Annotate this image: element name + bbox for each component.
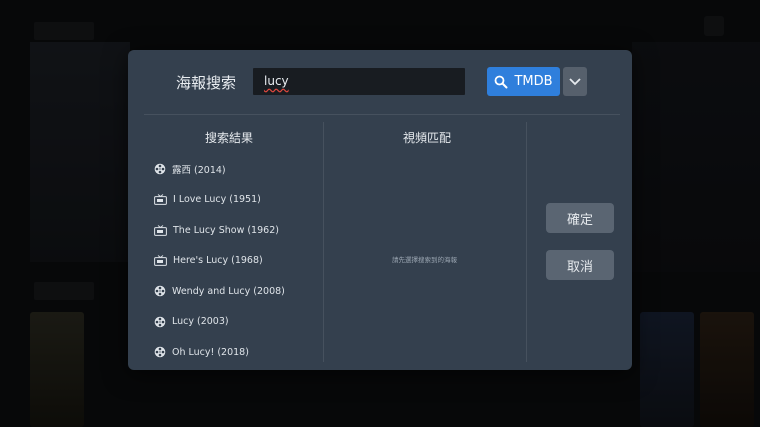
search-result-item[interactable]: I Love Lucy (1951) xyxy=(154,190,314,210)
tv-icon xyxy=(154,194,167,205)
search-result-item[interactable]: The Lucy Show (1962) xyxy=(154,220,314,240)
film-reel-icon xyxy=(154,346,166,358)
tv-icon xyxy=(154,224,167,236)
source-dropdown-button[interactable] xyxy=(563,67,587,96)
results-column-title: 搜索結果 xyxy=(205,131,254,145)
cancel-button[interactable]: 取消 xyxy=(546,250,614,280)
header-divider xyxy=(144,114,620,115)
search-result-label: Here's Lucy (1968) xyxy=(173,255,263,266)
search-result-label: Oh Lucy! (2018) xyxy=(172,346,249,358)
search-result-item[interactable]: Wendy and Lucy (2008) xyxy=(154,281,314,301)
film-reel-icon xyxy=(154,316,166,328)
search-result-label: I Love Lucy (1951) xyxy=(173,194,261,205)
tmdb-search-label: TMDB xyxy=(514,74,553,89)
column-divider xyxy=(323,122,324,362)
search-result-label: The Lucy Show (1962) xyxy=(173,224,279,236)
match-column-title: 視頻匹配 xyxy=(403,131,452,145)
search-input-value: lucy xyxy=(264,74,289,88)
search-result-label: Lucy (2003) xyxy=(172,316,229,327)
search-result-item[interactable]: Oh Lucy! (2018) xyxy=(154,342,314,362)
search-result-item[interactable]: Here's Lucy (1968) xyxy=(154,251,314,271)
dialog-title: 海報搜索 xyxy=(176,74,237,92)
chevron-down-icon xyxy=(569,77,581,85)
search-result-label: Wendy and Lucy (2008) xyxy=(172,285,285,297)
poster-search-dialog: 海報搜索 lucy TMDB 搜索結果 視頻匹配 露西 (2014) I Love… xyxy=(128,50,632,370)
column-divider xyxy=(526,122,527,362)
search-result-item[interactable]: 露西 (2014) xyxy=(154,159,314,179)
tmdb-search-button[interactable]: TMDB xyxy=(487,67,560,96)
film-reel-icon xyxy=(154,285,166,297)
film-reel-icon xyxy=(154,163,166,175)
search-icon xyxy=(495,75,508,88)
confirm-button[interactable]: 確定 xyxy=(546,203,614,233)
search-result-label: 露西 (2014) xyxy=(172,165,226,176)
tv-icon xyxy=(154,255,167,266)
match-hint: 請先選擇搜索到的海報 xyxy=(392,256,457,264)
search-result-item[interactable]: Lucy (2003) xyxy=(154,312,314,332)
